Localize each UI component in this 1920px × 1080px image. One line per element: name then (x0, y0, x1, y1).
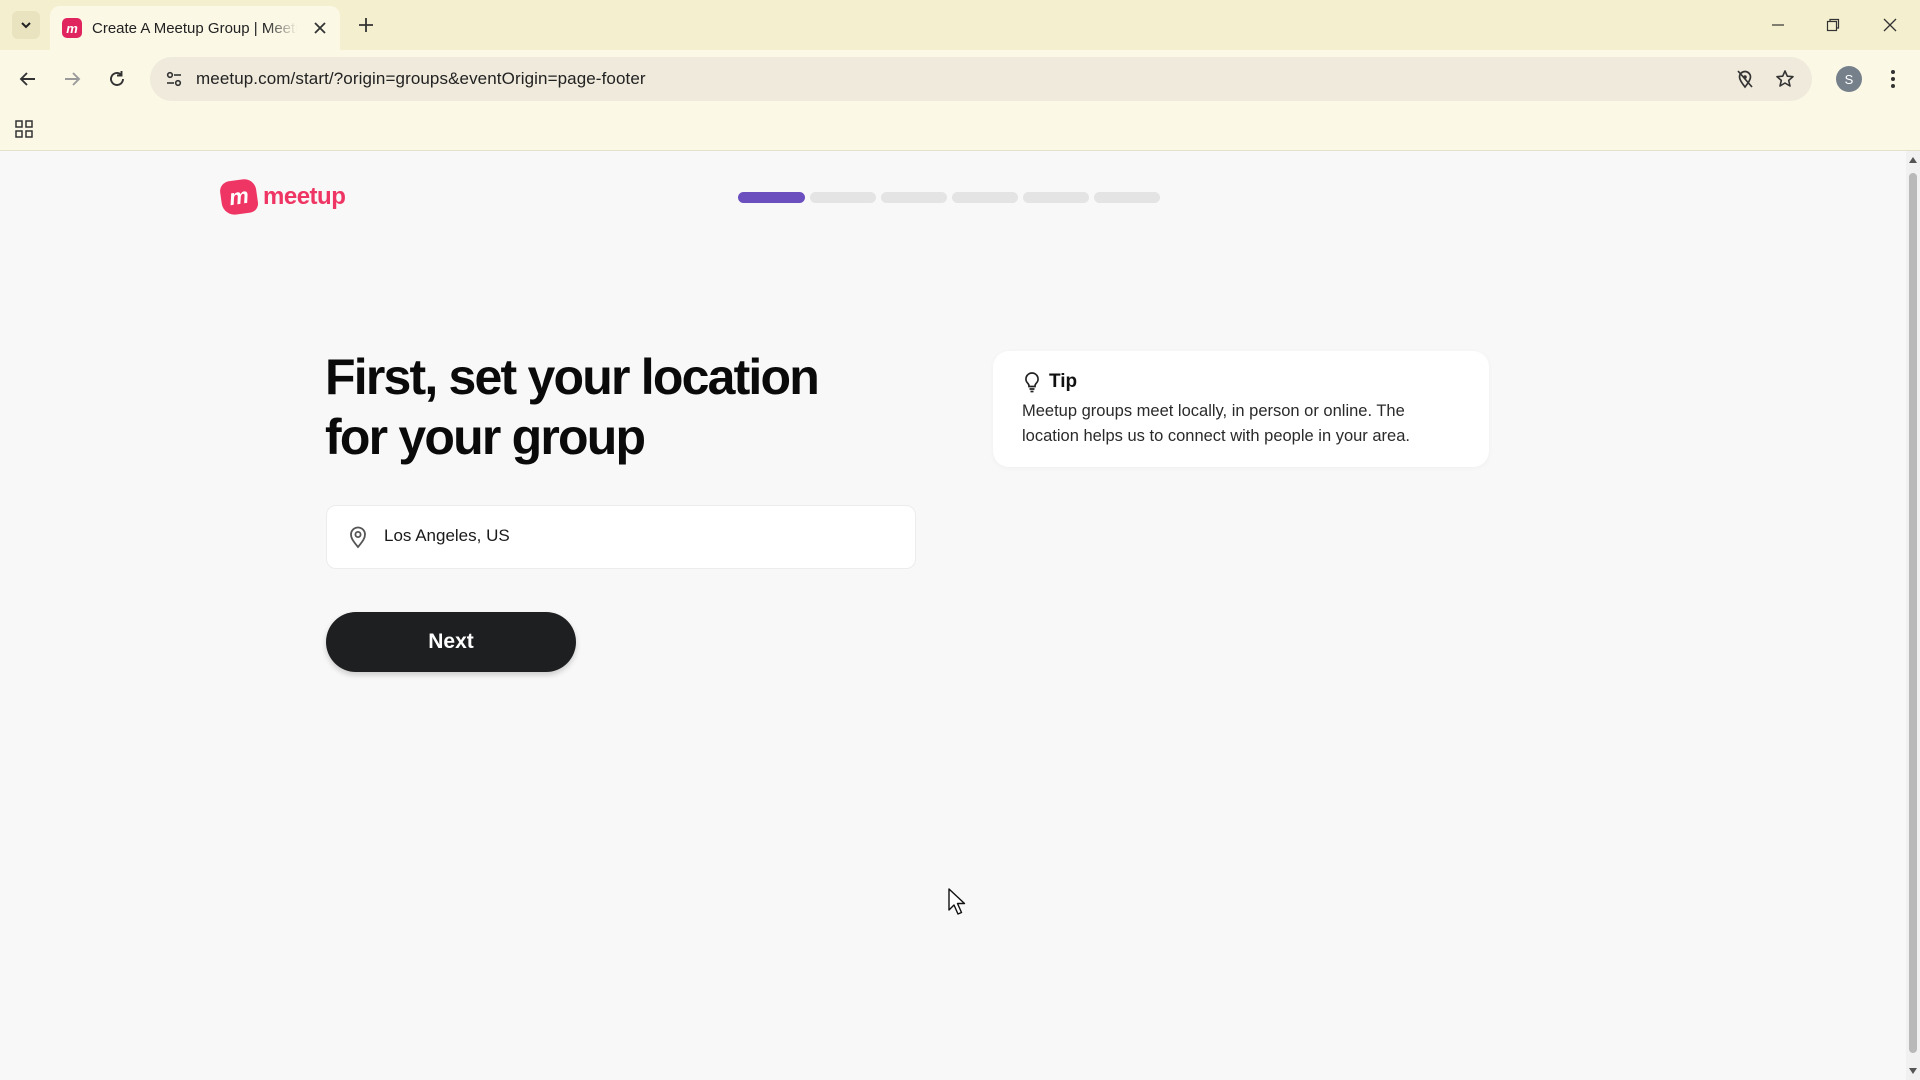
grid-icon (15, 120, 33, 138)
browser-tab[interactable]: m Create A Meetup Group | Meetup (50, 6, 340, 50)
location-input[interactable]: Los Angeles, US (326, 505, 916, 569)
location-pin-icon (350, 526, 366, 549)
reload-icon (110, 71, 124, 86)
apps-button[interactable] (12, 117, 36, 141)
browser-menu-button[interactable] (1880, 64, 1906, 94)
back-button[interactable] (13, 64, 43, 94)
location-value: Los Angeles, US (384, 526, 510, 545)
restore-icon (1826, 18, 1840, 32)
step-progress-bar (738, 192, 1160, 203)
plus-icon (359, 18, 373, 32)
close-window-button[interactable] (1870, 10, 1910, 40)
meetup-favicon-icon: m (62, 18, 82, 38)
arrow-left-icon (19, 72, 35, 86)
meetup-logo-mark: m (218, 177, 260, 217)
page-title: First, set your location for your group (325, 349, 820, 465)
arrow-right-icon (65, 72, 81, 86)
page-scrollbar[interactable] (1906, 151, 1920, 1080)
bookmark-star-button[interactable] (1771, 65, 1799, 93)
star-icon (1776, 70, 1794, 87)
tip-card: Tip Meetup groups meet locally, in perso… (993, 351, 1489, 467)
tip-title: Tip (1049, 371, 1078, 392)
progress-step-3 (881, 192, 947, 203)
meetup-logo-text: meetup (263, 183, 346, 210)
more-vertical-icon (1891, 70, 1895, 88)
browser-tab-bar: m Create A Meetup Group | Meetup (0, 0, 1920, 50)
minimize-icon (1772, 24, 1784, 26)
lightbulb-icon (1025, 372, 1039, 393)
progress-step-1 (738, 192, 805, 203)
close-icon (1883, 18, 1897, 32)
progress-step-6 (1094, 192, 1160, 203)
restore-window-button[interactable] (1813, 10, 1853, 40)
tab-close-button[interactable] (311, 19, 329, 37)
browser-toolbar: meetup.com/start/?origin=groups&eventOri… (0, 50, 1920, 108)
scroll-down-icon[interactable] (1908, 1066, 1918, 1076)
site-info-button[interactable] (160, 65, 188, 93)
profile-avatar[interactable]: S (1836, 66, 1862, 92)
tab-title: Create A Meetup Group | Meetup (92, 19, 297, 37)
scroll-up-icon[interactable] (1908, 155, 1918, 165)
location-blocked-button[interactable] (1731, 65, 1759, 93)
mouse-cursor-icon (948, 888, 966, 915)
tab-search-button[interactable] (12, 11, 40, 39)
next-button[interactable]: Next (326, 612, 576, 672)
progress-step-4 (952, 192, 1018, 203)
close-icon (314, 22, 326, 34)
meetup-logo[interactable]: m meetup (218, 177, 346, 217)
tip-text: Meetup groups meet locally, in person or… (1022, 402, 1410, 445)
tip-header: Tip (1023, 371, 1077, 393)
scrollbar-thumb[interactable] (1909, 173, 1917, 1053)
url-text[interactable]: meetup.com/start/?origin=groups&eventOri… (196, 69, 646, 89)
minimize-window-button[interactable] (1758, 10, 1798, 40)
progress-step-2 (810, 192, 876, 203)
forward-button[interactable] (57, 64, 87, 94)
bookmarks-bar (0, 108, 1920, 151)
progress-step-5 (1023, 192, 1089, 203)
chevron-down-icon (21, 22, 31, 29)
location-off-icon (1737, 70, 1753, 89)
page-content: m meetup First, set your location for yo… (0, 151, 1906, 1080)
new-tab-button[interactable] (354, 13, 378, 37)
reload-button[interactable] (102, 64, 132, 94)
address-bar[interactable]: meetup.com/start/?origin=groups&eventOri… (150, 57, 1812, 101)
tune-icon (166, 71, 182, 87)
